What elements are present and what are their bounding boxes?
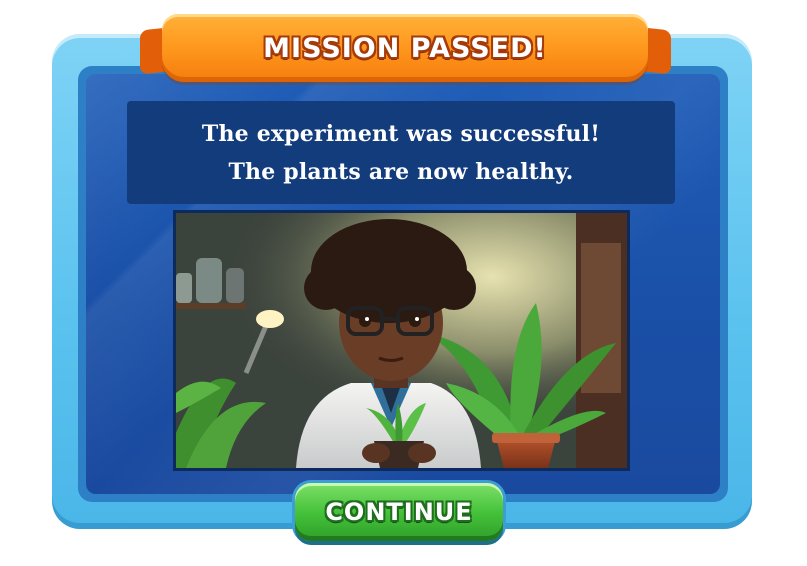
continue-button[interactable]: CONTINUE xyxy=(295,483,503,541)
mission-banner: MISSION PASSED! xyxy=(162,14,648,82)
scientist-illustration xyxy=(173,210,630,471)
result-message-line-1: The experiment was successful! xyxy=(201,120,601,147)
continue-button-label: CONTINUE xyxy=(325,498,473,526)
result-message-line-2: The plants are now healthy. xyxy=(228,158,574,185)
scientist-with-plants-image xyxy=(176,213,627,468)
mission-complete-screen: The experiment was successful! The plant… xyxy=(0,0,807,566)
result-message-box: The experiment was successful! The plant… xyxy=(127,101,675,204)
mission-banner-title: MISSION PASSED! xyxy=(263,32,547,64)
